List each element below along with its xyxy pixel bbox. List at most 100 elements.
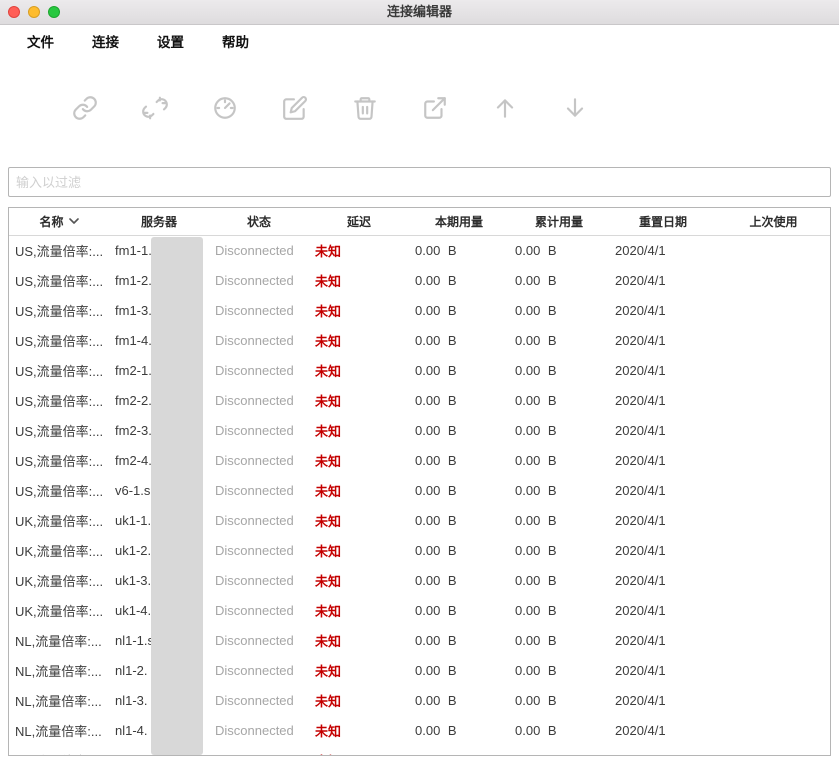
column-header-status[interactable]: 状态 [209,208,309,236]
delete-button[interactable] [352,95,378,121]
cell-name: US,流量倍率:... [15,483,104,499]
cell-server: v6-1.s [115,482,151,498]
menu-settings[interactable]: 设置 [157,31,184,51]
cell-total-usage: 0.00 B [515,302,557,318]
cell-server: fm2-3. [115,422,152,438]
table-row[interactable]: US,流量倍率:... fm2-3. Disconnected 未知 0.00 B 0.0… [9,415,830,445]
latency-test-button[interactable] [212,95,238,121]
column-header-latency[interactable]: 延迟 [309,208,409,236]
cell-current-usage: 0.00 B [415,392,457,408]
cell-total-usage: 0.00 B [515,482,557,498]
cell-total-usage: 0.00 B [515,392,557,408]
cell-server: nl1-2. [115,662,148,678]
cell-status: Disconnected [215,452,294,468]
cell-status: Disconnected [215,482,294,498]
connection-editor-window: 连接编辑器 文件 连接 设置 帮助 输入以过滤 名称 服务器 状态 延迟 本期用… [0,0,839,757]
column-header-reset-date[interactable]: 重置日期 [609,208,717,236]
cell-status: Disconnected [215,722,294,738]
cell-total-usage: 0.00 B [515,722,557,738]
cell-total-usage: 0.00 B [515,362,557,378]
table-row[interactable]: US,流量倍率:... fm2-1. Disconnected 未知 0.00 B 0.0… [9,355,830,385]
connect-button[interactable] [72,95,98,121]
cell-last-used [717,715,830,745]
table-row[interactable]: UK,流量倍率:... uk1-1. Disconnected 未知 0.00 B 0.0… [9,505,830,535]
cell-server: nl2-1. [109,745,209,756]
cell-current-usage: 0.00 B [415,242,457,258]
column-header-server[interactable]: 服务器 [109,208,209,236]
column-header-name[interactable]: 名称 [9,208,109,236]
cell-total-usage: 0.00 B [509,745,609,756]
cell-last-used [717,625,830,655]
column-header-total-usage[interactable]: 累计用量 [509,208,609,236]
column-header-current-usage[interactable]: 本期用量 [409,208,509,236]
cell-status: Disconnected [215,242,294,258]
cell-reset-date: 2020/4/1 [615,542,666,558]
cell-latency: 未知 [315,693,342,709]
table-row[interactable]: US,流量倍率:... fm2-4. Disconnected 未知 0.00 B 0.0… [9,445,830,475]
cell-current-usage: 0.00 B [415,362,457,378]
connection-table: 名称 服务器 状态 延迟 本期用量 累计用量 重置日期 上次使用 US,流量倍率… [9,208,830,756]
cell-latency: 未知 [309,745,409,756]
cell-current-usage: 0.00 B [415,332,457,348]
cell-reset-date: 2020/4/1 [615,602,666,618]
cell-latency: 未知 [315,543,342,559]
cell-current-usage: 0.00 B [415,722,457,738]
table-row[interactable]: US,流量倍率:... fm1-1. Disconnected 未知 0.00 B 0.0… [9,235,830,265]
cell-name: NL,流量倍率:... [15,633,102,649]
table-row[interactable]: US,流量倍率:... fm1-2. Disconnected 未知 0.00 B 0.0… [9,265,830,295]
table-row[interactable]: NL,流量倍率:...nl2-1.Disconnected未知0.00 B0.0… [9,745,830,756]
export-button[interactable] [422,95,448,121]
cell-reset-date: 2020/4/1 [615,692,666,708]
move-up-button[interactable] [492,95,518,121]
cell-status: Disconnected [215,392,294,408]
table-row[interactable]: US,流量倍率:... v6-1.s Disconnected 未知 0.00 B 0.0… [9,475,830,505]
connection-table-body: US,流量倍率:... fm1-1. Disconnected 未知 0.00 B 0.0… [9,235,830,756]
cell-name: UK,流量倍率:... [15,603,104,619]
disconnect-broken-link-icon [142,96,168,124]
cell-total-usage: 0.00 B [515,602,557,618]
menu-help[interactable]: 帮助 [222,31,249,51]
cell-current-usage: 0.00 B [409,745,509,756]
cell-last-used [717,325,830,355]
table-row[interactable]: UK,流量倍率:... uk1-2. Disconnected 未知 0.00 B 0.0… [9,535,830,565]
table-row[interactable]: NL,流量倍率:... nl1-1.s Disconnected 未知 0.00 B 0.… [9,625,830,655]
cell-last-used [717,535,830,565]
table-row[interactable]: US,流量倍率:... fm1-3. Disconnected 未知 0.00 B 0.0… [9,295,830,325]
cell-name: UK,流量倍率:... [15,543,104,559]
cell-last-used [717,655,830,685]
table-row[interactable]: UK,流量倍率:... uk1-3. Disconnected 未知 0.00 B 0.0… [9,565,830,595]
cell-server: fm1-2. [115,272,152,288]
filter-input[interactable] [8,167,831,197]
table-row[interactable]: UK,流量倍率:... uk1-4. Disconnected 未知 0.00 B 0.0… [9,595,830,625]
cell-latency: 未知 [315,723,342,739]
cell-server: nl1-4. [115,722,148,738]
cell-server: fm2-4. [115,452,152,468]
table-row[interactable]: US,流量倍率:... fm1-4. Disconnected 未知 0.00 B 0.0… [9,325,830,355]
cell-reset-date: 2020/4/1 [615,362,666,378]
table-row[interactable]: NL,流量倍率:... nl1-3. Disconnected 未知 0.00 B 0.0… [9,685,830,715]
cell-current-usage: 0.00 B [415,302,457,318]
move-down-button[interactable] [562,95,588,121]
delete-trash-icon [352,97,378,124]
menu-file[interactable]: 文件 [27,31,54,51]
column-header-last-used[interactable]: 上次使用 [717,208,830,236]
cell-reset-date: 2020/4/1 [615,422,666,438]
table-row[interactable]: NL,流量倍率:... nl1-4. Disconnected 未知 0.00 B 0.0… [9,715,830,745]
table-row[interactable]: US,流量倍率:... fm2-2. Disconnected 未知 0.00 B 0.0… [9,385,830,415]
cell-name: US,流量倍率:... [15,243,104,259]
cell-status: Disconnected [215,632,294,648]
menu-connection[interactable]: 连接 [92,31,119,51]
disconnect-button[interactable] [142,95,168,121]
cell-last-used [717,355,830,385]
cell-status: Disconnected [215,512,294,528]
cell-status: Disconnected [209,745,309,756]
cell-current-usage: 0.00 B [415,692,457,708]
cell-status: Disconnected [215,572,294,588]
cell-current-usage: 0.00 B [415,632,457,648]
edit-button[interactable] [282,95,308,121]
cell-status: Disconnected [215,272,294,288]
table-row[interactable]: NL,流量倍率:... nl1-2. Disconnected 未知 0.00 B 0.0… [9,655,830,685]
cell-server: uk1-4. [115,602,152,618]
cell-server: fm2-1. [115,362,152,378]
cell-status: Disconnected [215,422,294,438]
